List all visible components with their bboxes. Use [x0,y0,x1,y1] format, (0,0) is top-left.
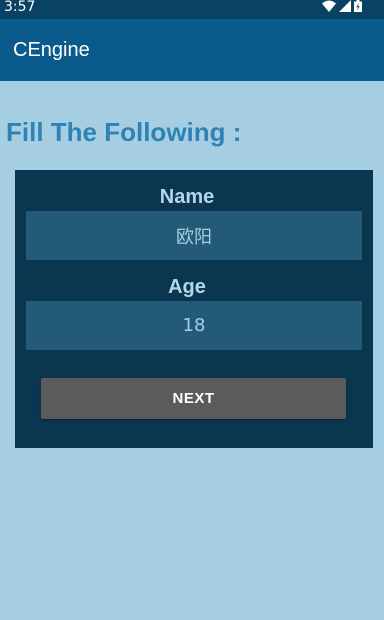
age-input[interactable] [26,301,362,350]
form-heading: Fill The Following : [6,117,242,147]
wifi-icon [322,0,336,12]
age-label: Age [168,276,206,298]
cellular-signal-icon [339,0,351,12]
name-label: Name [159,186,215,208]
next-button[interactable]: NEXT [41,378,346,419]
battery-charging-icon [354,0,362,12]
status-icons [322,0,362,12]
status-time: 3:57 [4,0,36,15]
name-input[interactable] [26,211,362,260]
app-title: CEngine [13,39,90,61]
form-card: Name Age NEXT [15,170,373,448]
status-bar: 3:57 [0,0,384,19]
app-bar: CEngine [0,19,384,81]
